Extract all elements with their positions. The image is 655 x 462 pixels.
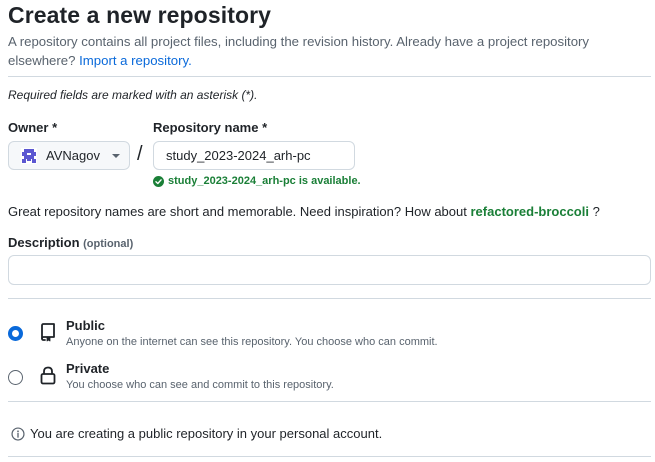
header-divider bbox=[8, 76, 651, 77]
description-label-text: Description bbox=[8, 235, 80, 250]
page-subtitle: A repository contains all project files,… bbox=[8, 32, 638, 70]
owner-label: Owner * bbox=[8, 120, 58, 135]
availability-status: study_2023-2024_arh-pc is available. bbox=[153, 175, 361, 187]
repository-name-input[interactable] bbox=[153, 141, 355, 170]
inspiration-text: Great repository names are short and mem… bbox=[8, 204, 467, 219]
info-icon bbox=[11, 426, 25, 441]
owner-name: AVNagov bbox=[46, 148, 100, 163]
repository-name-label: Repository name * bbox=[153, 120, 268, 135]
private-option-title: Private bbox=[66, 361, 110, 376]
description-optional-hint: (optional) bbox=[83, 238, 134, 250]
required-fields-note: Required fields are marked with an aster… bbox=[8, 88, 258, 102]
inspiration-suffix: ? bbox=[592, 204, 600, 219]
suggested-name-button[interactable]: refactored-broccoli bbox=[470, 204, 588, 219]
footer-divider bbox=[8, 456, 651, 457]
chevron-down-icon bbox=[112, 154, 120, 158]
description-input[interactable] bbox=[8, 255, 651, 285]
visibility-divider bbox=[8, 298, 651, 299]
public-radio[interactable] bbox=[8, 326, 23, 341]
page-title: Create a new repository bbox=[8, 2, 272, 28]
private-radio[interactable] bbox=[8, 370, 23, 385]
notice-text: You are creating a public repository in … bbox=[30, 426, 383, 441]
check-circle-icon bbox=[153, 175, 164, 187]
owner-dropdown[interactable]: AVNagov bbox=[8, 141, 130, 170]
lock-icon bbox=[40, 366, 56, 385]
private-option-description: You choose who can see and commit to thi… bbox=[66, 379, 334, 391]
create-repository-page: Create a new repository A repository con… bbox=[0, 0, 655, 462]
repo-icon bbox=[41, 323, 55, 342]
name-inspiration: Great repository names are short and mem… bbox=[8, 204, 600, 219]
notice-divider bbox=[8, 401, 651, 402]
public-option-description: Anyone on the internet can see this repo… bbox=[66, 336, 438, 348]
availability-text: study_2023-2024_arh-pc is available. bbox=[168, 175, 361, 187]
public-option-title: Public bbox=[66, 318, 106, 333]
visibility-notice: You are creating a public repository in … bbox=[11, 426, 382, 441]
owner-repo-separator: / bbox=[137, 143, 143, 165]
owner-avatar bbox=[21, 147, 37, 164]
import-repository-link[interactable]: Import a repository. bbox=[79, 53, 192, 68]
description-label: Description (optional) bbox=[8, 235, 133, 250]
